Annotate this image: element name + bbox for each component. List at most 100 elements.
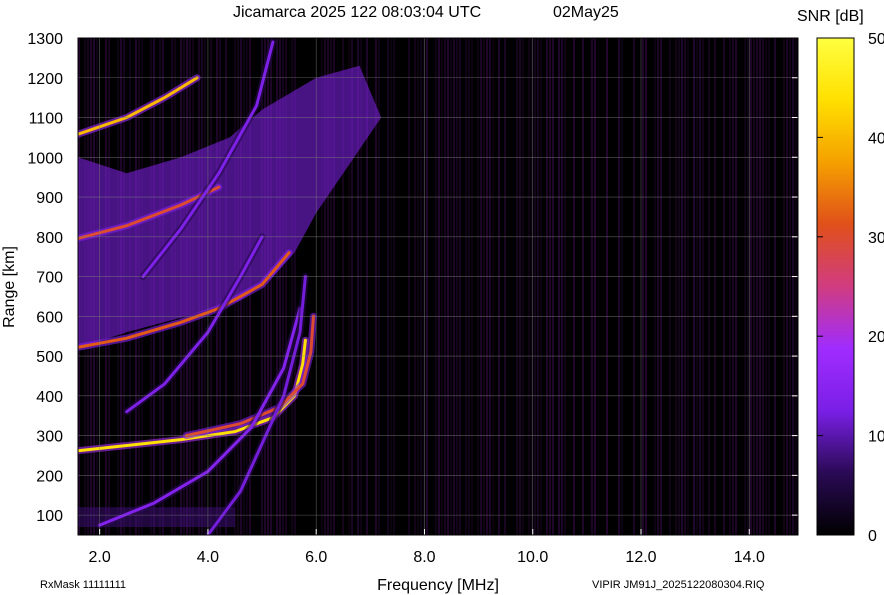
noise-stripe: [477, 38, 479, 535]
noise-stripe: [732, 38, 734, 535]
x-tick-label: 2.0: [89, 549, 111, 566]
colorbar-tick-label: 20: [868, 329, 884, 346]
noise-stripe: [729, 38, 731, 535]
y-tick-label: 200: [36, 468, 63, 485]
noise-stripe: [441, 38, 443, 535]
y-tick-label: 1000: [27, 150, 63, 167]
noise-stripe: [456, 38, 458, 535]
colorbar: [816, 37, 855, 536]
y-tick-label: 1100: [29, 111, 64, 128]
noise-stripe: [708, 38, 710, 535]
noise-stripe: [447, 38, 449, 535]
y-axis-label: Range [km]: [1, 246, 18, 328]
noise-stripe: [435, 38, 437, 535]
noise-stripe: [681, 38, 683, 535]
noise-stripe: [765, 38, 767, 535]
noise-stripe: [504, 38, 506, 535]
noise-stripe: [786, 38, 788, 535]
x-tick-label: 6.0: [305, 549, 327, 566]
noise-stripe: [468, 38, 470, 535]
noise-stripe: [792, 38, 794, 535]
colorbar-tick-label: 40: [868, 130, 884, 147]
noise-stripe: [528, 38, 530, 535]
colorbar-tick-label: 0: [868, 528, 877, 545]
x-tick-label: 8.0: [413, 549, 435, 566]
noise-stripe: [498, 38, 500, 535]
noise-stripe: [669, 38, 671, 535]
noise-stripe: [606, 38, 608, 535]
noise-stripe: [753, 38, 755, 535]
noise-stripe: [747, 38, 749, 535]
x-tick-label: 10.0: [517, 549, 548, 566]
noise-stripe: [564, 38, 566, 535]
noise-stripe: [591, 38, 593, 535]
noise-stripe: [618, 38, 620, 535]
x-axis-label: Frequency [MHz]: [377, 577, 499, 594]
noise-stripe: [417, 38, 419, 535]
noise-stripe: [393, 38, 395, 535]
x-tick-label: 14.0: [734, 549, 765, 566]
noise-stripe: [789, 38, 791, 535]
noise-stripe: [714, 38, 716, 535]
noise-stripe: [534, 38, 536, 535]
noise-stripe: [465, 38, 467, 535]
noise-stripe: [594, 38, 596, 535]
y-tick-label: 800: [36, 230, 63, 247]
colorbar-label: SNR [dB]: [797, 8, 864, 25]
noise-stripe: [774, 38, 776, 535]
noise-stripe: [450, 38, 452, 535]
noise-stripe: [702, 38, 704, 535]
y-tick-label: 300: [36, 429, 63, 446]
noise-stripe: [645, 38, 647, 535]
noise-stripe: [426, 38, 428, 535]
noise-stripe: [387, 38, 389, 535]
noise-stripe: [546, 38, 548, 535]
file-label: VIPIR JM91J_2025122080304.RIQ: [592, 579, 765, 591]
y-tick-label: 400: [36, 389, 63, 406]
noise-stripe: [516, 38, 518, 535]
x-tick-label: 12.0: [625, 549, 656, 566]
noise-stripe: [621, 38, 623, 535]
y-tick-label: 1200: [27, 71, 63, 88]
noise-stripe: [522, 38, 524, 535]
noise-stripe: [519, 38, 521, 535]
noise-stripe: [471, 38, 473, 535]
noise-stripe: [489, 38, 491, 535]
noise-stripe: [414, 38, 416, 535]
noise-stripe: [687, 38, 689, 535]
noise-stripe: [684, 38, 686, 535]
noise-stripe: [795, 38, 797, 535]
y-tick-label: 600: [36, 309, 63, 326]
noise-stripe: [552, 38, 554, 535]
noise-stripe: [540, 38, 542, 535]
noise-stripe: [657, 38, 659, 535]
y-tick-label: 1300: [27, 31, 63, 48]
noise-stripe: [420, 38, 422, 535]
y-tick-label: 900: [36, 190, 63, 207]
noise-stripe: [561, 38, 563, 535]
noise-stripe: [654, 38, 656, 535]
noise-stripe: [459, 38, 461, 535]
noise-stripe: [678, 38, 680, 535]
noise-stripe: [693, 38, 695, 535]
colorbar-tick-label: 10: [868, 429, 884, 446]
noise-stripe: [486, 38, 488, 535]
y-tick-label: 100: [36, 508, 63, 525]
noise-stripe: [390, 38, 392, 535]
noise-stripe: [735, 38, 737, 535]
noise-stripe: [744, 38, 746, 535]
noise-stripe: [444, 38, 446, 535]
noise-stripe: [633, 38, 635, 535]
noise-stripe: [756, 38, 758, 535]
x-tick-labels: 2.0 4.0 6.0 8.0 10.0 12.0 14.0: [89, 549, 765, 566]
chart-title: Jicamarca 2025 122 08:03:04 UTC: [233, 4, 481, 21]
noise-stripe: [573, 38, 575, 535]
ionogram-chart: Jicamarca 2025 122 08:03:04 UTC 02May25 …: [1, 4, 884, 594]
noise-stripe: [660, 38, 662, 535]
noise-stripe: [537, 38, 539, 535]
y-tick-label: 500: [36, 349, 63, 366]
colorbar-tick-label: 50: [868, 31, 884, 48]
noise-stripe: [699, 38, 701, 535]
noise-stripe: [408, 38, 410, 535]
chart-date: 02May25: [553, 4, 619, 21]
